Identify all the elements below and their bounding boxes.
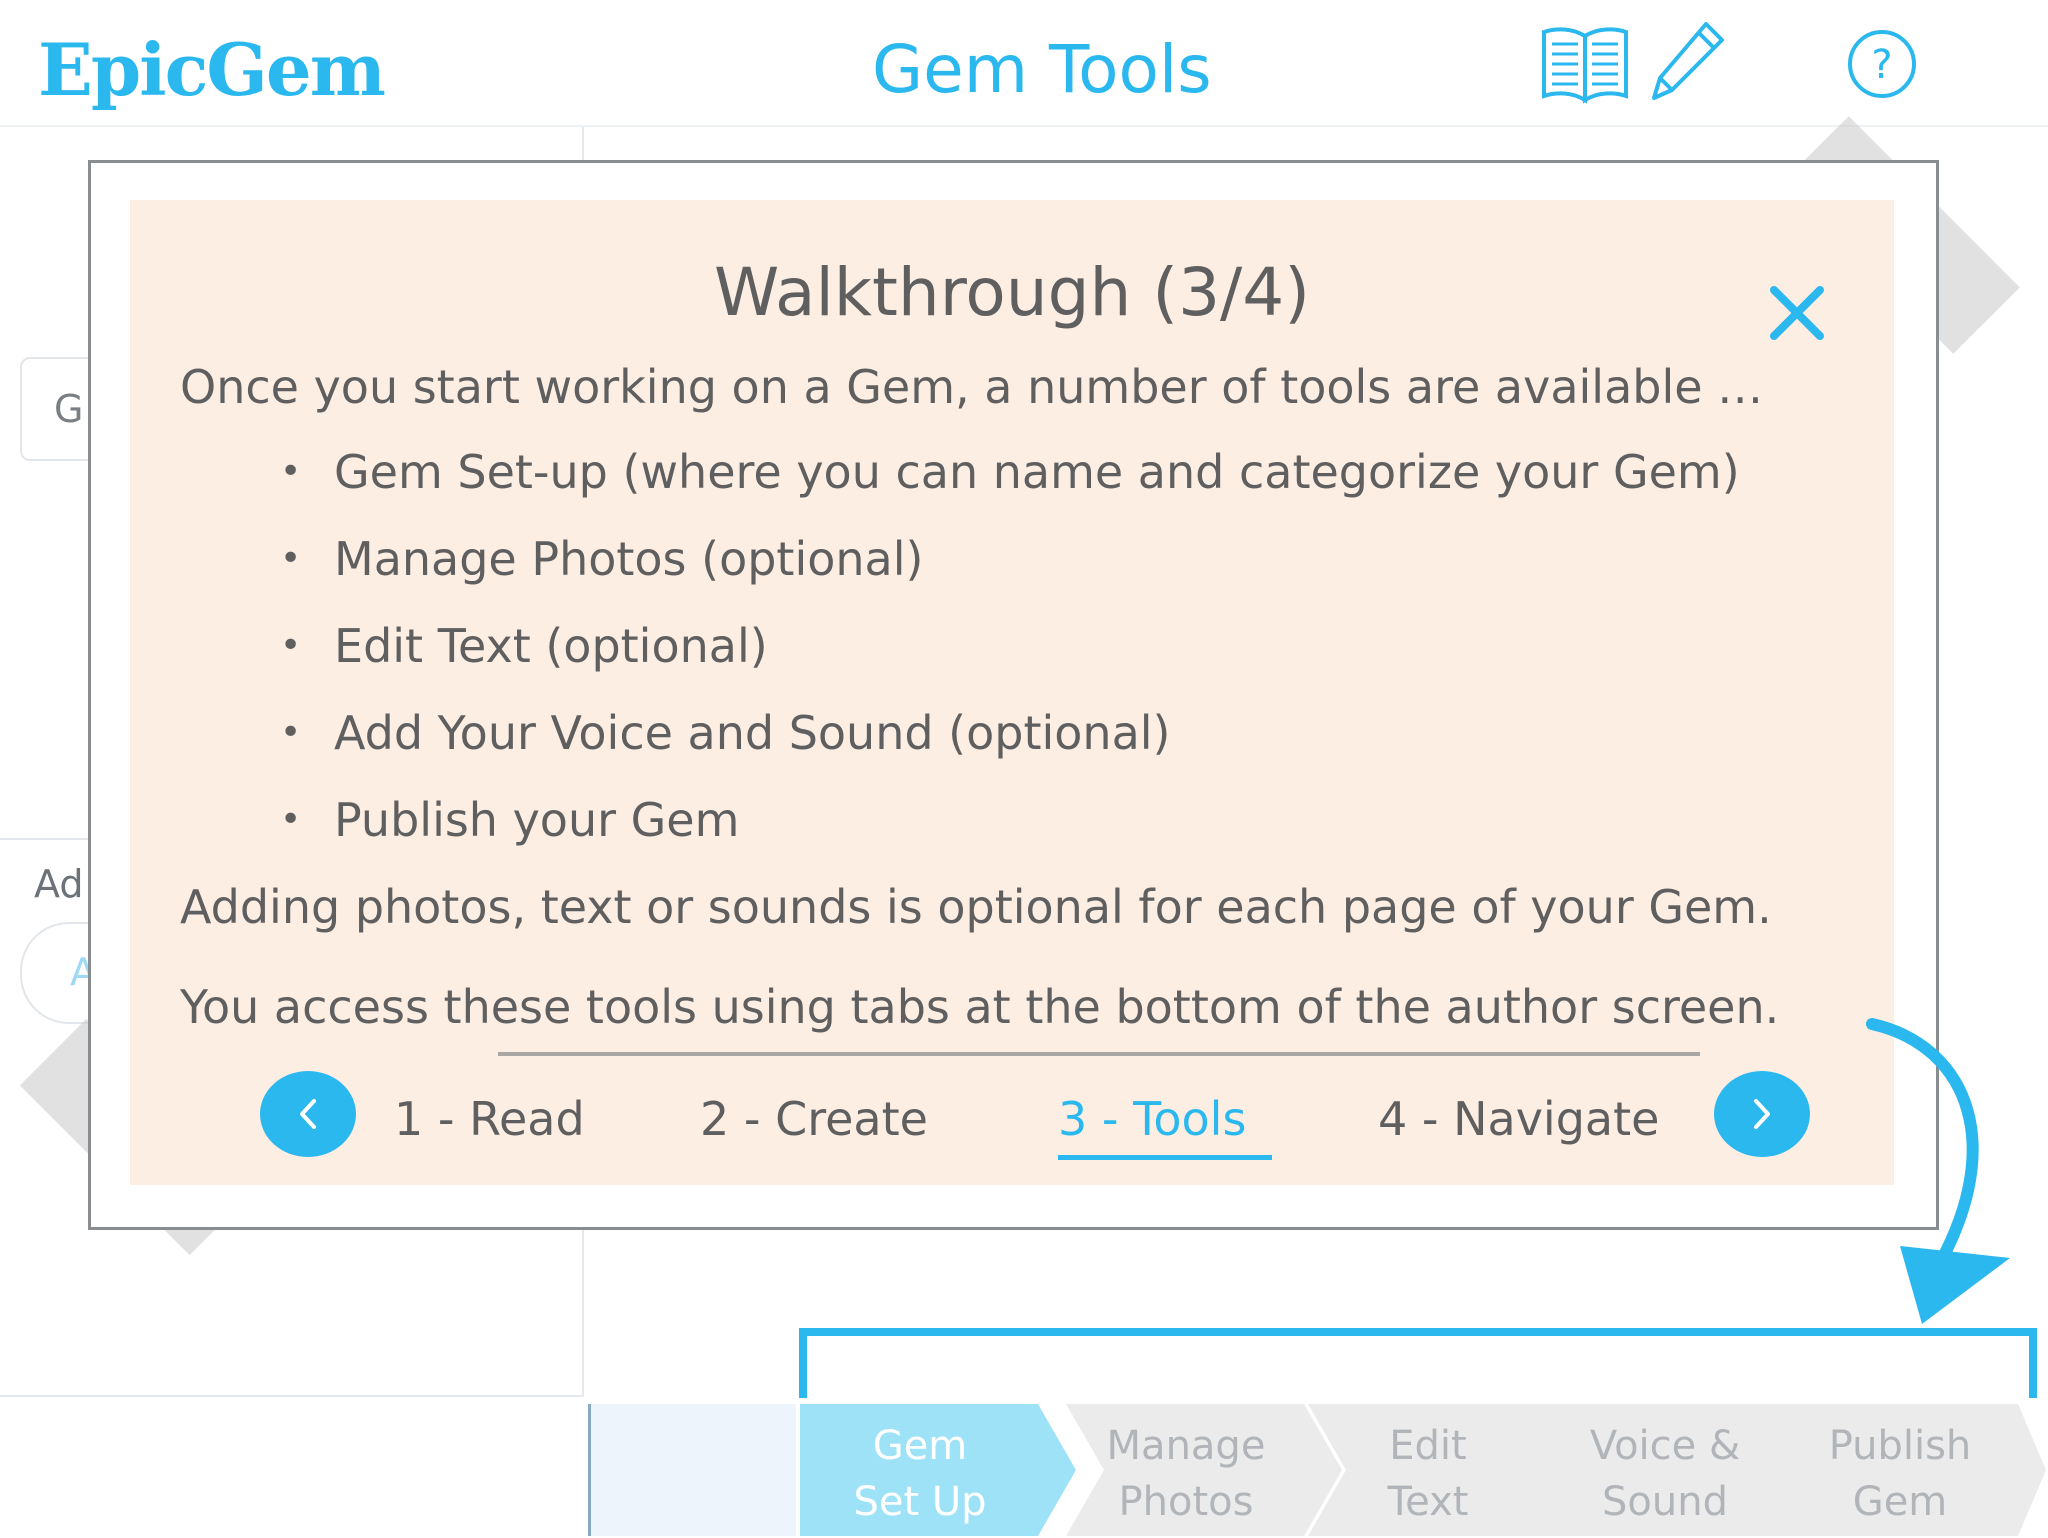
tab-label: Manage Photos: [1106, 1423, 1266, 1525]
help-icon[interactable]: ?: [1846, 28, 1918, 100]
walkthrough-title: Walkthrough (3/4): [713, 254, 1311, 331]
tools-list-item: Add Your Voice and Sound (optional): [280, 703, 1740, 790]
tab-manage-photos[interactable]: Manage Photos: [1066, 1404, 1342, 1536]
tab-edit-text[interactable]: Edit Text: [1308, 1404, 1584, 1536]
tools-list: Gem Set-up (where you can name and categ…: [280, 442, 1740, 877]
tab-bar-start: [588, 1404, 796, 1536]
pencil-icon[interactable]: [1646, 18, 1728, 106]
tab-label: Publish Gem: [1828, 1423, 1972, 1525]
tab-gem-set-up[interactable]: Gem Set Up: [800, 1404, 1076, 1536]
tab-label: Gem Set Up: [853, 1423, 987, 1525]
close-icon[interactable]: [1764, 280, 1830, 346]
page-title: Gem Tools: [872, 31, 1212, 108]
tab-voice-sound[interactable]: Voice & Sound: [1545, 1404, 1821, 1536]
tools-list-item: Edit Text (optional): [280, 616, 1740, 703]
next-button[interactable]: [1714, 1071, 1810, 1157]
chevron-left-icon: [300, 1099, 316, 1129]
tab-publish-gem[interactable]: Publish Gem: [1780, 1404, 2048, 1536]
step-navigate[interactable]: 4 - Navigate: [1378, 1092, 1659, 1146]
tab-label: Edit Text: [1387, 1423, 1469, 1525]
epicgem-logo[interactable]: EpicGem: [38, 28, 386, 112]
optional-note: Adding photos, text or sounds is optiona…: [180, 880, 1772, 934]
walkthrough-intro: Once you start working on a Gem, a numbe…: [180, 360, 1764, 414]
walkthrough-panel: Walkthrough (3/4) Once you start working…: [130, 200, 1894, 1185]
current-step-underline: [1058, 1155, 1272, 1160]
svg-text:?: ?: [1871, 42, 1892, 88]
previous-button[interactable]: [260, 1071, 356, 1157]
tools-list-item: Publish your Gem: [280, 790, 1740, 877]
book-icon[interactable]: [1540, 22, 1630, 104]
add-label: Ad: [34, 862, 84, 906]
walkthrough-progress-line: [498, 1052, 1700, 1056]
chevron-right-icon: [1754, 1099, 1770, 1129]
step-tools[interactable]: 3 - Tools: [1058, 1092, 1246, 1146]
tools-list-item: Gem Set-up (where you can name and categ…: [280, 442, 1740, 529]
step-read[interactable]: 1 - Read: [394, 1092, 585, 1146]
gem-name-field-text: G: [54, 387, 84, 431]
curved-arrow-icon: [1866, 1018, 2010, 1324]
tools-list-item: Manage Photos (optional): [280, 529, 1740, 616]
left-footer: [0, 1395, 582, 1538]
tabs-note: You access these tools using tabs at the…: [180, 980, 1780, 1034]
tabs-bracket: [799, 1328, 2037, 1398]
step-create[interactable]: 2 - Create: [700, 1092, 928, 1146]
tab-label: Voice & Sound: [1589, 1423, 1741, 1525]
top-bar: EpicGem Gem Tools ?: [0, 0, 2048, 127]
